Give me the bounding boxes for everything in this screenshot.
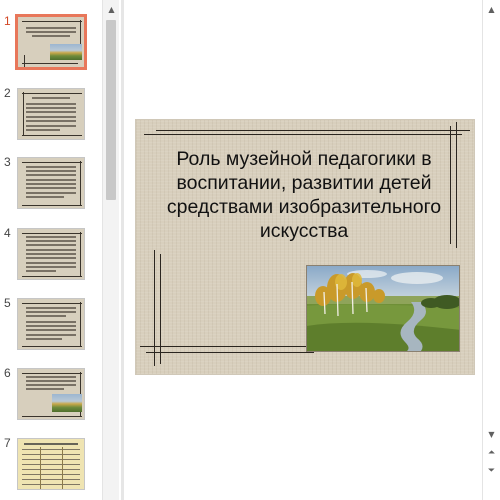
slide-thumbnail-image (17, 88, 85, 140)
slide-thumbnail-image (17, 228, 85, 280)
slide-number: 5 (4, 296, 11, 310)
scroll-down-arrow-icon[interactable]: ▼ (483, 426, 500, 443)
slide-thumbnail-2[interactable]: 2 (0, 86, 102, 146)
slide-thumbnail-6[interactable]: 6 (0, 366, 102, 426)
slide-thumbnail-pane[interactable]: 1 2 3 4 5 6 7 ▲ (0, 0, 122, 500)
slide-number: 7 (4, 436, 11, 450)
scroll-up-arrow-icon[interactable]: ▲ (483, 1, 500, 18)
slide-thumbnail-3[interactable]: 3 (0, 155, 102, 215)
slide-thumbnail-1[interactable]: 1 (0, 14, 102, 74)
thumbnail-scrollbar[interactable]: ▲ (102, 0, 119, 500)
presentation-editor: 1 2 3 4 5 6 7 ▲ Роль музейной педагогики… (0, 0, 500, 500)
slide-number: 4 (4, 226, 11, 240)
slide-number: 3 (4, 155, 11, 169)
slide-number: 6 (4, 366, 11, 380)
slide-thumbnail-5[interactable]: 5 (0, 296, 102, 356)
next-slide-icon[interactable]: ⏷ (483, 462, 500, 479)
slide-thumbnail-4[interactable]: 4 (0, 226, 102, 286)
slide-thumbnail-image (17, 368, 85, 420)
landscape-painting-image[interactable] (306, 265, 460, 352)
slide-thumbnail-7[interactable]: 7 (0, 436, 102, 496)
scroll-up-arrow-icon[interactable]: ▲ (103, 1, 120, 18)
thumbnail-scrollbar-thumb[interactable] (106, 20, 116, 200)
previous-slide-icon[interactable]: ⏶ (483, 444, 500, 461)
slide-thumbnail-image (17, 298, 85, 350)
slide-thumbnail-image (17, 157, 85, 209)
slide-number: 1 (4, 14, 11, 28)
slide-number: 2 (4, 86, 11, 100)
slide-thumbnail-image (15, 14, 87, 70)
slide-title[interactable]: Роль музейной педагогики в воспитании, р… (154, 147, 454, 243)
slide-canvas[interactable]: Роль музейной педагогики в воспитании, р… (136, 120, 474, 374)
slide-thumbnail-image (17, 438, 85, 490)
main-scrollbar[interactable]: ▲ ▼ ⏶ ⏷ (482, 0, 500, 500)
